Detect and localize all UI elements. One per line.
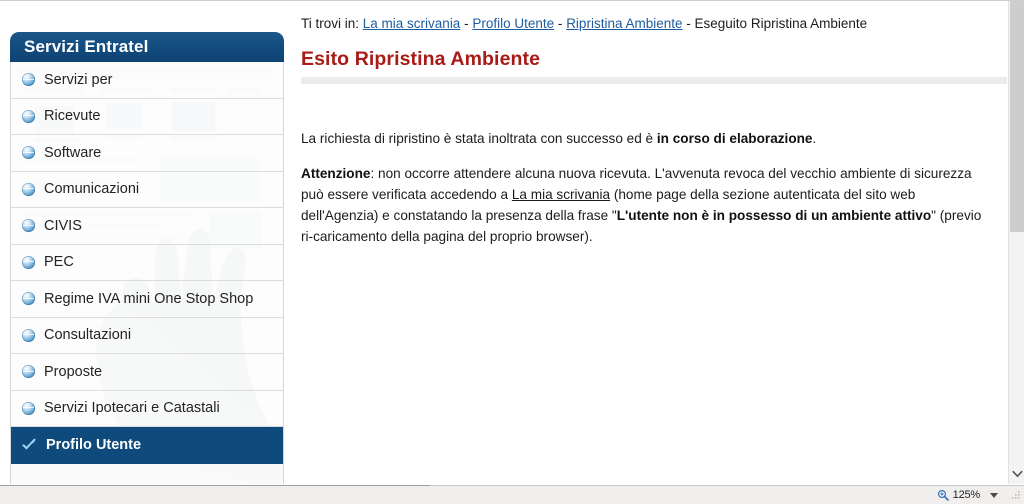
paragraph-attenzione-lead: Attenzione [301, 166, 371, 181]
title-divider-rule [301, 77, 1007, 84]
breadcrumb-link-ripristina-ambiente[interactable]: Ripristina Ambiente [566, 16, 682, 31]
content-body: La richiesta di ripristino è stata inolt… [301, 128, 987, 247]
paragraph-esito-text-after: . [812, 131, 817, 146]
sidebar-item-comunicazioni[interactable]: Comunicazioni [11, 171, 283, 208]
scrollbar-down-arrow-button[interactable] [1009, 466, 1024, 482]
breadcrumb-separator: - [464, 16, 469, 31]
sidebar-item-label: Proposte [44, 363, 103, 380]
globe-bullet-icon [22, 109, 35, 123]
chevron-down-icon[interactable] [990, 492, 998, 498]
globe-bullet-icon [22, 73, 35, 87]
breadcrumb-prefix: Ti trovi in: [301, 16, 360, 31]
globe-bullet-icon [22, 219, 35, 233]
vertical-scrollbar[interactable] [1008, 1, 1024, 484]
globe-bullet-icon [22, 182, 35, 196]
breadcrumb-link-la-mia-scrivania[interactable]: La mia scrivania [363, 16, 461, 31]
main-content: Ti trovi in: La mia scrivania - Profilo … [301, 15, 1007, 261]
paragraph-attenzione: Attenzione: non occorre attendere alcuna… [301, 163, 987, 247]
paragraph-esito-text-before: La richiesta di ripristino è stata inolt… [301, 131, 657, 146]
zoom-level-label: 125% [952, 489, 981, 501]
globe-bullet-icon [22, 292, 35, 306]
page-title: Esito Ripristina Ambiente [301, 48, 541, 70]
sidebar-item-label: Ricevute [44, 108, 101, 125]
sidebar-nav-list: Servizi per Ricevute Software Comunicazi… [11, 62, 283, 484]
breadcrumb-separator: - [686, 16, 691, 31]
sidebar-item-label: Servizi per [44, 71, 113, 88]
globe-bullet-icon [22, 255, 35, 269]
sidebar-item-label: Regime IVA mini One Stop Shop [44, 290, 254, 307]
vertical-scrollbar-thumb[interactable] [1010, 1, 1024, 232]
sidebar-item-label: Software [44, 144, 102, 161]
sidebar-header-title: Servizi Entratel [24, 37, 149, 56]
globe-bullet-icon [22, 328, 35, 342]
breadcrumb-link-profilo-utente[interactable]: Profilo Utente [472, 16, 554, 31]
sidebar-item-ricevute[interactable]: Ricevute [11, 98, 283, 135]
sidebar-item-civis[interactable]: CIVIS [11, 208, 283, 245]
paragraph-esito: La richiesta di ripristino è stata inolt… [301, 128, 987, 149]
status-bar-left-segment-divider [0, 485, 430, 486]
breadcrumb-current: Eseguito Ripristina Ambiente [694, 16, 868, 31]
sidebar-item-label: PEC [44, 254, 74, 271]
zoom-control[interactable]: 125% [937, 489, 998, 501]
sidebar-item-servizi-ipotecari-e-catastali[interactable]: Servizi Ipotecari e Catastali [11, 390, 283, 427]
globe-bullet-icon [22, 365, 35, 379]
sidebar-item-label: Comunicazioni [44, 181, 140, 198]
breadcrumb: Ti trovi in: La mia scrivania - Profilo … [301, 15, 995, 33]
sidebar-item-label: Consultazioni [44, 327, 132, 344]
paragraph-esito-emphasis: in corso di elaborazione [656, 131, 813, 146]
sidebar-item-label: Profilo Utente [46, 437, 142, 454]
checkmark-icon [22, 438, 36, 450]
sidebar-item-software[interactable]: Software [11, 135, 283, 172]
sidebar-body: Servizi per Ricevute Software Comunicazi… [10, 62, 284, 484]
sidebar-item-servizi-per[interactable]: Servizi per [11, 62, 283, 99]
sidebar-item-proposte[interactable]: Proposte [11, 354, 283, 391]
sidebar-item-pec[interactable]: PEC [11, 244, 283, 281]
sidebar-item-label: Servizi Ipotecari e Catastali [44, 400, 220, 417]
browser-viewport: Servizi Entratel Servizi per Ricevute So… [0, 0, 1024, 504]
status-bar: 125% [0, 485, 1024, 504]
chevron-down-icon [1011, 470, 1023, 478]
sidebar-item-label: CIVIS [44, 217, 82, 234]
globe-bullet-icon [22, 146, 35, 160]
link-la-mia-scrivania[interactable]: La mia scrivania [512, 187, 610, 202]
breadcrumb-separator: - [557, 16, 563, 31]
sidebar-item-profilo-utente[interactable]: Profilo Utente [11, 427, 283, 464]
sidebar-item-partial-cutoff[interactable] [11, 463, 283, 484]
sidebar: Servizi Entratel Servizi per Ricevute So… [10, 32, 284, 484]
magnifier-zoom-icon [937, 489, 949, 501]
sidebar-item-regime-iva-mini-one-stop-shop[interactable]: Regime IVA mini One Stop Shop [11, 281, 283, 318]
sidebar-item-consultazioni[interactable]: Consultazioni [11, 317, 283, 354]
resize-grip-icon[interactable] [1010, 489, 1022, 501]
globe-bullet-icon [22, 401, 35, 415]
paragraph-attenzione-quoted-phrase: L'utente non è in possesso di un ambient… [616, 208, 932, 223]
sidebar-header: Servizi Entratel [10, 32, 284, 62]
page-surface: Servizi Entratel Servizi per Ricevute So… [0, 1, 1008, 484]
